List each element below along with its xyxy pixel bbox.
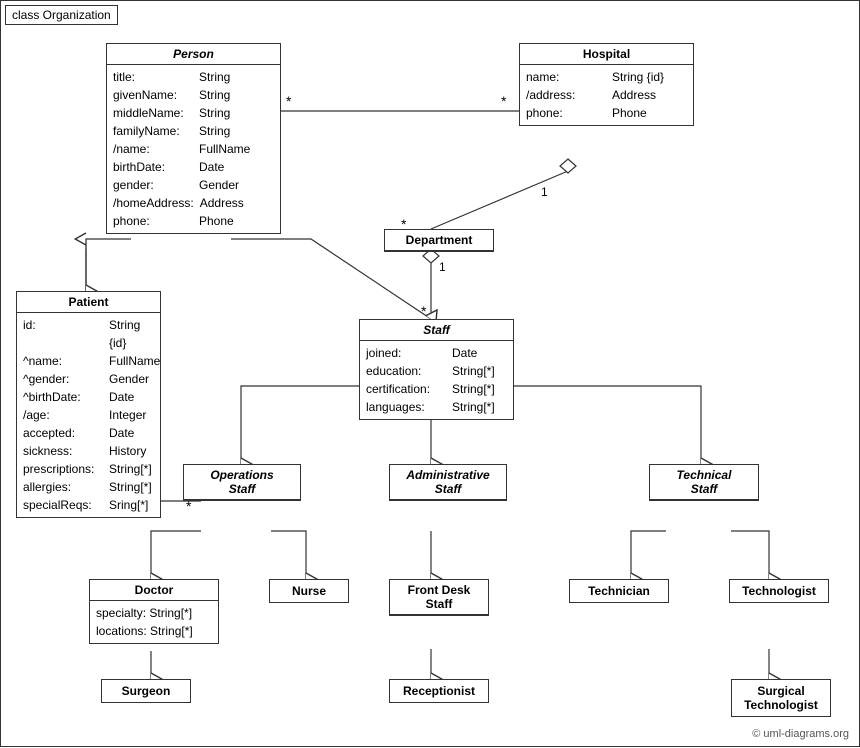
- technical-staff-header: TechnicalStaff: [650, 465, 758, 500]
- department-class: Department: [384, 229, 494, 252]
- svg-text:*: *: [286, 93, 292, 109]
- operations-staff-class: OperationsStaff: [183, 464, 301, 501]
- diagram-container: class Organization 1 * 1: [0, 0, 860, 747]
- staff-header: Staff: [360, 320, 513, 341]
- doctor-body: specialty: String[*] locations: String[*…: [90, 601, 218, 643]
- hospital-body: name:String {id} /address:Address phone:…: [520, 65, 693, 125]
- person-class: Person title:String givenName:String mid…: [106, 43, 281, 234]
- surgical-technologist-class: Surgical Technologist: [731, 679, 831, 717]
- svg-text:1: 1: [541, 185, 548, 199]
- svg-text:1: 1: [439, 260, 446, 274]
- department-header: Department: [385, 230, 493, 251]
- diagram-title: class Organization: [5, 5, 118, 25]
- receptionist-class: Receptionist: [389, 679, 489, 703]
- operations-staff-header: OperationsStaff: [184, 465, 300, 500]
- patient-class: Patient id:String {id} ^name:FullName ^g…: [16, 291, 161, 518]
- person-body: title:String givenName:String middleName…: [107, 65, 280, 233]
- patient-body: id:String {id} ^name:FullName ^gender:Ge…: [17, 313, 160, 517]
- hospital-header: Hospital: [520, 44, 693, 65]
- front-desk-staff-class: Front DeskStaff: [389, 579, 489, 616]
- svg-text:*: *: [421, 303, 427, 319]
- technical-staff-class: TechnicalStaff: [649, 464, 759, 501]
- copyright: © uml-diagrams.org: [752, 728, 849, 740]
- svg-text:*: *: [501, 93, 507, 109]
- technologist-class: Technologist: [729, 579, 829, 603]
- staff-body: joined:Date education:String[*] certific…: [360, 341, 513, 419]
- doctor-class: Doctor specialty: String[*] locations: S…: [89, 579, 219, 644]
- surgeon-class: Surgeon: [101, 679, 191, 703]
- staff-class: Staff joined:Date education:String[*] ce…: [359, 319, 514, 420]
- doctor-header: Doctor: [90, 580, 218, 601]
- technician-class: Technician: [569, 579, 669, 603]
- person-header: Person: [107, 44, 280, 65]
- nurse-class: Nurse: [269, 579, 349, 603]
- administrative-staff-header: AdministrativeStaff: [390, 465, 506, 500]
- hospital-class: Hospital name:String {id} /address:Addre…: [519, 43, 694, 126]
- patient-header: Patient: [17, 292, 160, 313]
- front-desk-staff-header: Front DeskStaff: [390, 580, 488, 615]
- administrative-staff-class: AdministrativeStaff: [389, 464, 507, 501]
